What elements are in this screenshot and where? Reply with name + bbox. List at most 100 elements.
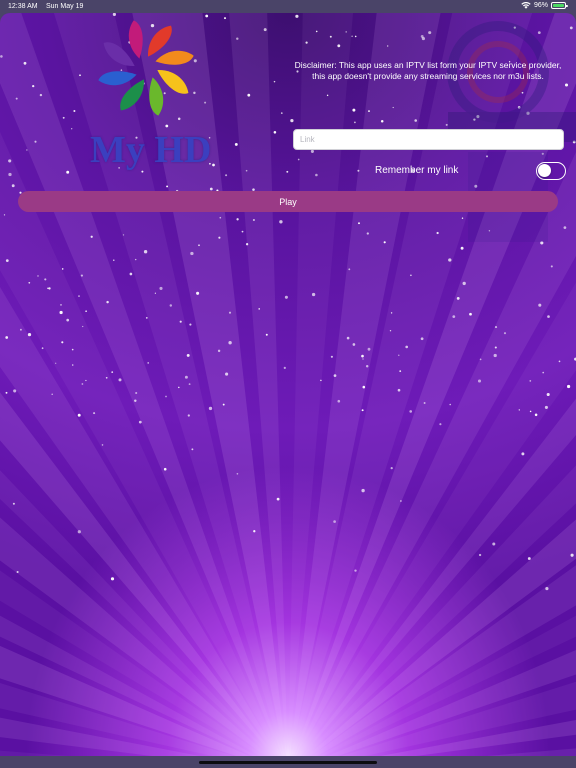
remember-link-toggle[interactable] xyxy=(536,162,566,180)
star xyxy=(448,258,452,262)
star xyxy=(77,413,81,417)
star xyxy=(346,336,350,340)
star xyxy=(460,246,464,250)
status-bar: 12:38 AM Sun May 19 96% xyxy=(0,0,576,13)
star xyxy=(245,169,248,172)
star xyxy=(478,553,482,557)
star xyxy=(106,300,109,304)
star xyxy=(37,275,39,277)
star xyxy=(521,452,525,456)
remember-link-label: Remember my link xyxy=(375,165,459,176)
star xyxy=(105,376,108,379)
star xyxy=(41,347,44,350)
star xyxy=(90,235,93,238)
star xyxy=(273,80,276,83)
star xyxy=(352,108,356,112)
star xyxy=(5,391,8,394)
star xyxy=(71,364,74,366)
home-indicator[interactable] xyxy=(199,761,377,764)
star xyxy=(354,569,357,572)
star xyxy=(494,346,497,349)
star xyxy=(477,379,482,383)
star xyxy=(39,93,43,97)
star xyxy=(420,337,424,341)
star xyxy=(390,312,393,314)
home-bar-area xyxy=(0,756,576,768)
star xyxy=(145,317,148,319)
star xyxy=(390,466,393,470)
star xyxy=(143,250,148,254)
star xyxy=(129,272,133,276)
star xyxy=(462,281,466,286)
star xyxy=(409,410,413,413)
status-time: 12:38 AM xyxy=(8,3,38,10)
app-screen: 12:38 AM Sun May 19 96% My HD Disclaimer… xyxy=(0,0,576,768)
star xyxy=(284,295,288,299)
play-button[interactable]: Play xyxy=(18,191,558,212)
star xyxy=(380,120,384,123)
star xyxy=(110,577,115,581)
link-input[interactable] xyxy=(293,129,564,150)
star xyxy=(218,236,221,239)
star xyxy=(279,220,283,224)
star xyxy=(134,399,137,402)
star xyxy=(241,230,244,233)
star xyxy=(55,362,57,364)
star xyxy=(366,232,369,235)
star xyxy=(71,128,73,130)
star xyxy=(165,124,169,128)
wifi-icon xyxy=(521,2,531,9)
star xyxy=(518,409,520,411)
star xyxy=(439,423,442,426)
status-date: Sun May 19 xyxy=(46,3,84,10)
star xyxy=(191,448,194,451)
star xyxy=(383,241,386,244)
star xyxy=(178,386,180,389)
star xyxy=(400,500,402,502)
star xyxy=(177,117,181,121)
star xyxy=(253,530,256,533)
star xyxy=(258,308,260,310)
star xyxy=(545,587,549,591)
star xyxy=(26,149,28,151)
star xyxy=(320,379,322,382)
star xyxy=(228,311,232,314)
star xyxy=(62,116,65,119)
star xyxy=(389,330,392,332)
star xyxy=(51,393,53,396)
star xyxy=(111,371,114,373)
star xyxy=(529,410,532,413)
star xyxy=(154,292,156,294)
star xyxy=(305,41,308,44)
star xyxy=(163,467,167,471)
star xyxy=(398,354,400,356)
star xyxy=(34,140,37,143)
star xyxy=(538,303,542,307)
star xyxy=(263,28,267,32)
star xyxy=(420,34,424,38)
star xyxy=(225,372,229,376)
star xyxy=(365,365,369,368)
toggle-knob[interactable] xyxy=(538,164,551,177)
star xyxy=(529,380,532,382)
star xyxy=(193,59,197,63)
star xyxy=(32,84,35,88)
star xyxy=(198,244,200,247)
star xyxy=(228,341,232,345)
star xyxy=(212,163,215,167)
star xyxy=(367,347,371,351)
star xyxy=(27,332,32,337)
star xyxy=(184,375,188,379)
star xyxy=(330,355,333,358)
star xyxy=(546,392,550,397)
star xyxy=(362,358,364,360)
star xyxy=(82,325,84,328)
star xyxy=(326,94,329,97)
logo-text: My HD xyxy=(90,129,212,171)
star xyxy=(361,409,364,412)
battery-icon xyxy=(551,2,568,9)
star xyxy=(337,44,341,48)
star xyxy=(479,358,482,361)
star xyxy=(11,184,15,188)
star xyxy=(236,472,239,475)
